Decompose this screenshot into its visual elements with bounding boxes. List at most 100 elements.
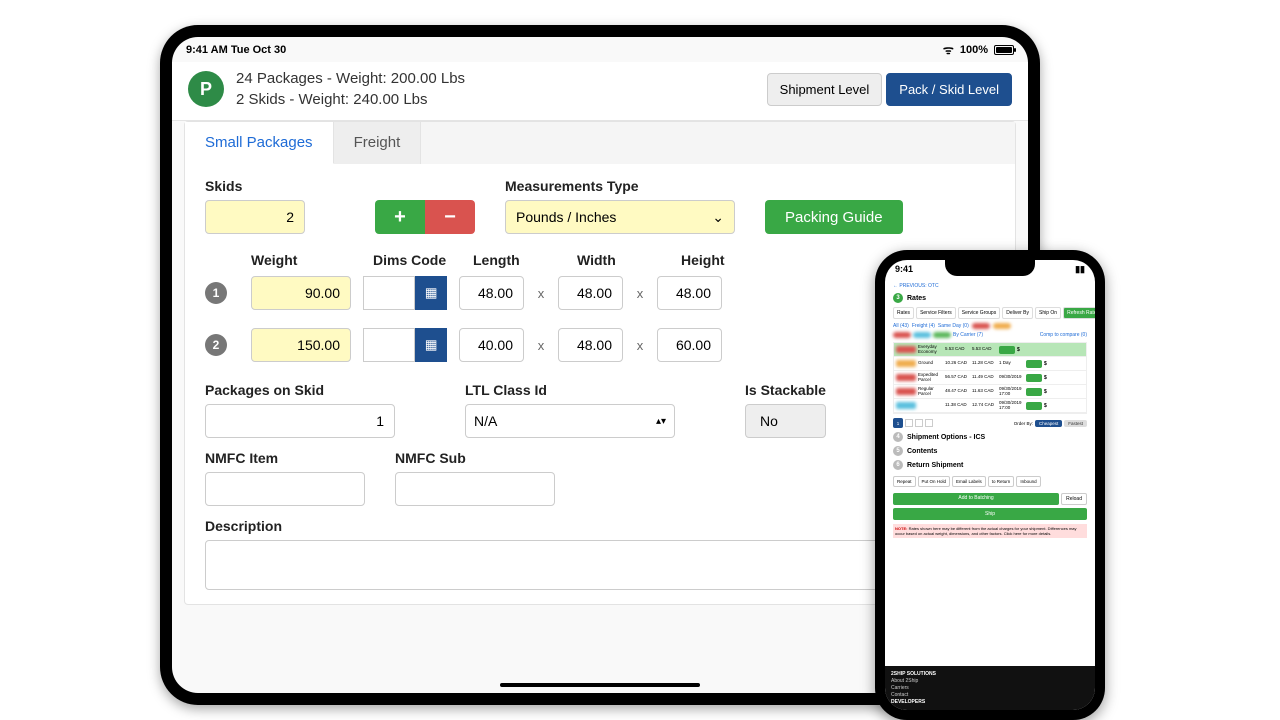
measurements-label: Measurements Type [505, 178, 735, 194]
page-3[interactable] [915, 419, 923, 427]
skid-2-dims-lookup-button[interactable]: ▦ [415, 328, 447, 362]
filter-all[interactable]: All (43) [893, 323, 909, 329]
packages-on-skid-input[interactable] [205, 404, 395, 438]
filter-blurred [993, 323, 1011, 329]
footer-link-carriers[interactable]: Carriers [891, 685, 1089, 691]
skid-2-weight-input[interactable] [251, 328, 351, 362]
rate-filter-tags: All (43) Freight (4) Same Day (0) [893, 323, 1087, 329]
skid-1-dims-code-input[interactable] [363, 276, 415, 310]
footer-link-contact[interactable]: Contact [891, 692, 1089, 698]
skid-1-length-input[interactable] [459, 276, 524, 310]
rates-table: Everyday Economy 5.53 CAD 5.53 CAD $ Gro… [893, 342, 1087, 414]
skid-1-width-input[interactable] [558, 276, 623, 310]
skid-table-header: Weight Dims Code Length Width Height [205, 252, 995, 268]
stackable-toggle[interactable]: No [745, 404, 826, 438]
skid-2-height-input[interactable] [657, 328, 722, 362]
footer-link-about[interactable]: About 2Ship [891, 678, 1089, 684]
tab-freight[interactable]: Freight [334, 122, 422, 164]
multiply-icon: x [635, 286, 645, 301]
subtab-service-filters[interactable]: Service Filters [916, 307, 956, 319]
put-on-hold-button[interactable]: Put On Hold [918, 476, 951, 487]
compare-link[interactable]: Comp to compare (0) [1040, 332, 1087, 338]
rate-row-selected[interactable]: Everyday Economy 5.53 CAD 5.53 CAD $ [894, 343, 1086, 357]
by-carrier-link[interactable]: By Carrier (7) [953, 332, 983, 338]
skid-2-width-input[interactable] [558, 328, 623, 362]
rates-subtabs: Rates Service Filters Service Groups Del… [893, 307, 1087, 319]
measurements-select[interactable]: Pounds / Inches ⌄ [505, 200, 735, 234]
stackable-label: Is Stackable [745, 382, 826, 398]
subtab-ship-on[interactable]: Ship On [1035, 307, 1061, 319]
to-return-button[interactable]: to Return [988, 476, 1015, 487]
packing-guide-button[interactable]: Packing Guide [765, 200, 903, 234]
tab-small-packages[interactable]: Small Packages [185, 122, 334, 164]
skids-remove-button[interactable]: − [425, 200, 475, 234]
select-rate-button[interactable] [1026, 402, 1042, 410]
skids-add-button[interactable]: + [375, 200, 425, 234]
rates-step-header[interactable]: 3 Rates [893, 293, 1087, 303]
ipad-status-bar: 9:41 AM Tue Oct 30 ᯤ 100% [172, 37, 1028, 62]
service-name: Everyday Economy [918, 345, 943, 354]
measurements-value: Pounds / Inches [516, 209, 616, 225]
ship-button[interactable]: Ship [893, 508, 1087, 520]
rate-pager: 1 Order By: Cheapest Fastest [893, 418, 1087, 428]
add-to-batching-button[interactable]: Add to Batching [893, 493, 1059, 505]
nmfc-sub-input[interactable] [395, 472, 555, 506]
step-contents[interactable]: 5Contents [893, 446, 1087, 456]
skid-1-height-input[interactable] [657, 276, 722, 310]
step-return-shipment[interactable]: 6Return Shipment [893, 460, 1087, 470]
filter-sameday[interactable]: Same Day (0) [938, 323, 969, 329]
rate-row[interactable]: 11.38 CAD 12.74 CAD 09/30/2019 17:00 $ [894, 399, 1086, 413]
subtab-service-groups[interactable]: Service Groups [958, 307, 1000, 319]
subtab-deliver-by[interactable]: Deliver By [1002, 307, 1033, 319]
multiply-icon: x [536, 338, 546, 353]
pack-skid-level-button[interactable]: Pack / Skid Level [886, 73, 1012, 106]
nmfc-item-field: NMFC Item [205, 450, 365, 506]
reload-button[interactable]: Reload [1061, 493, 1087, 505]
calculator-icon: ▦ [425, 285, 438, 301]
select-rate-button[interactable] [1026, 388, 1042, 396]
footer-dev-heading: DEVELOPERS [891, 699, 1089, 705]
skid-2-dims-code-input[interactable] [363, 328, 415, 362]
packages-on-skid-label: Packages on Skid [205, 382, 395, 398]
app-header: P 24 Packages - Weight: 200.00 Lbs 2 Ski… [172, 62, 1028, 121]
packages-on-skid-field: Packages on Skid [205, 382, 395, 438]
skid-1-dims-lookup-button[interactable]: ▦ [415, 276, 447, 310]
rate-price-2: 5.53 CAD [972, 347, 997, 352]
rate-price-1: 5.53 CAD [945, 347, 970, 352]
action-buttons-row: Repeat Put On Hold Email Labels to Retur… [893, 476, 1087, 487]
subtab-rates[interactable]: Rates [893, 307, 914, 319]
ltl-class-select[interactable]: N/A ▴▾ [465, 404, 675, 438]
rate-row[interactable]: Expedited Parcel 56.57 CAD 11.49 CAD 09/… [894, 371, 1086, 385]
select-rate-button[interactable] [1026, 374, 1042, 382]
iphone-time: 9:41 [895, 264, 913, 275]
repeat-button[interactable]: Repeat [893, 476, 916, 487]
skids-label: Skids [205, 178, 345, 194]
sort-fastest[interactable]: Fastest [1064, 420, 1087, 427]
email-labels-button[interactable]: Email Labels [952, 476, 986, 487]
prev-step-link[interactable]: ← PREVIOUS: OTC [893, 283, 1087, 289]
skid-2-length-input[interactable] [459, 328, 524, 362]
sort-cheapest[interactable]: Cheapest [1035, 420, 1062, 427]
chevron-down-icon: ⌄ [712, 209, 724, 226]
shipment-level-button[interactable]: Shipment Level [767, 73, 883, 106]
refresh-rates-button[interactable]: Refresh Rates [1063, 307, 1095, 319]
page-next[interactable] [925, 419, 933, 427]
ipad-status-time: 9:41 AM Tue Oct 30 [186, 44, 286, 56]
price-icon: $ [1017, 347, 1020, 353]
select-rate-button[interactable] [999, 346, 1015, 354]
step-shipment-options[interactable]: 4Shipment Options - ICS [893, 432, 1087, 442]
page-2[interactable] [905, 419, 913, 427]
filter-freight[interactable]: Freight (4) [912, 323, 935, 329]
rate-row[interactable]: Regular Parcel 48.47 CAD 11.63 CAD 09/30… [894, 385, 1086, 399]
select-rate-button[interactable] [1026, 360, 1042, 368]
nmfc-item-input[interactable] [205, 472, 365, 506]
carrier-filter-row: By Carrier (7) Comp to compare (0) [893, 332, 1087, 338]
iphone-screen: 9:41 ▮▮ ← PREVIOUS: OTC 3 Rates Rates Se… [885, 260, 1095, 710]
rate-row[interactable]: Ground 10.26 CAD 11.28 CAD 1 Day $ [894, 357, 1086, 371]
inbound-button[interactable]: Inbound [1016, 476, 1040, 487]
page-1[interactable]: 1 [893, 418, 903, 428]
multiply-icon: x [536, 286, 546, 301]
col-width: Width [577, 252, 647, 268]
skid-1-weight-input[interactable] [251, 276, 351, 310]
skids-input[interactable] [205, 200, 305, 234]
